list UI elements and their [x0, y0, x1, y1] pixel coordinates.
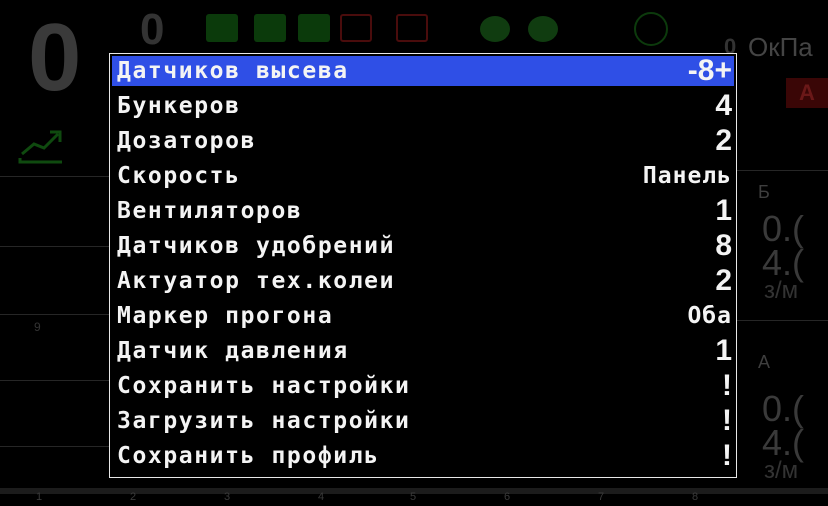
right-panel: Б 0.( 4.( з/м А 0.( 4.( з/м: [736, 170, 828, 490]
menu-item-value: 2: [715, 264, 732, 297]
panel-divider: [736, 320, 828, 321]
grid-label: 9: [34, 320, 41, 334]
section-unit: з/м: [764, 457, 799, 484]
tick-label: 6: [504, 491, 511, 503]
menu-item-value: Панель: [642, 163, 732, 189]
section-label: Б: [758, 182, 770, 202]
tick-label: 2: [130, 491, 137, 503]
tick-label: 8: [692, 491, 699, 503]
clock-icon: [634, 12, 668, 46]
menu-item-label: Актуатор тех.колеи: [117, 268, 396, 294]
tick-label: 4: [318, 491, 325, 503]
menu-item-label: Сохранить настройки: [117, 373, 411, 399]
menu-item-save-settings[interactable]: Сохранить настройки !: [112, 371, 734, 401]
menu-item-fans[interactable]: Вентиляторов 1: [112, 196, 734, 226]
menu-item-value: Оба: [687, 303, 732, 329]
menu-item-label: Маркер прогона: [117, 303, 334, 329]
grid-line: [0, 314, 112, 315]
menu-item-pass-marker[interactable]: Маркер прогона Оба: [112, 301, 734, 331]
menu-item-label: Скорость: [117, 163, 241, 189]
menu-item-value: !: [722, 369, 732, 402]
pressure-readout: ОкПа: [748, 32, 813, 62]
configuration-menu: Датчиков высева -8+ Бункеров 4 Дозаторов…: [109, 53, 737, 478]
status-square-green-icon: [206, 14, 238, 42]
menu-item-value: 2: [715, 124, 732, 157]
secondary-digit: 0: [140, 5, 165, 54]
status-square-green-icon: [254, 14, 286, 42]
grid-line: [0, 176, 112, 177]
tick-label: 1: [36, 491, 43, 503]
menu-item-value: -8+: [687, 54, 732, 87]
status-square-red-icon: [340, 14, 372, 42]
menu-item-meters[interactable]: Дозаторов 2: [112, 126, 734, 156]
section-ticks: 1 2 3 4 5 6 7 8: [0, 488, 828, 506]
menu-item-hoppers[interactable]: Бункеров 4: [112, 91, 734, 121]
tick-label: 5: [410, 491, 417, 503]
menu-item-label: Сохранить профиль: [117, 443, 380, 469]
alert-badge: A: [786, 78, 828, 108]
menu-item-label: Датчиков удобрений: [117, 233, 396, 259]
tick-label: 3: [224, 491, 231, 503]
menu-item-value: !: [722, 439, 732, 472]
menu-item-value: 1: [715, 194, 732, 227]
menu-item-label: Дозаторов: [117, 128, 257, 154]
menu-item-seed-sensors[interactable]: Датчиков высева -8+: [112, 56, 734, 86]
trend-chart-icon: [18, 130, 62, 164]
menu-item-tramline-actuator[interactable]: Актуатор тех.колеи 2: [112, 266, 734, 296]
menu-item-speed[interactable]: Скорость Панель: [112, 161, 734, 191]
fan-icon: [528, 16, 558, 42]
menu-item-pressure-sensor[interactable]: Датчик давления 1: [112, 336, 734, 366]
menu-item-value: 1: [715, 334, 732, 367]
section-label: А: [758, 352, 771, 372]
menu-item-fertilizer-sensors[interactable]: Датчиков удобрений 8: [112, 231, 734, 261]
status-square-red-icon: [396, 14, 428, 42]
menu-item-value: !: [722, 404, 732, 437]
menu-item-label: Датчиков высева: [117, 58, 349, 84]
menu-item-label: Датчик давления: [117, 338, 349, 364]
grid-line: [0, 446, 112, 447]
menu-item-label: Бункеров: [117, 93, 241, 119]
grid-line: [0, 380, 112, 381]
menu-item-save-profile[interactable]: Сохранить профиль !: [112, 441, 734, 471]
menu-item-value: 4: [715, 89, 732, 122]
menu-item-value: 8: [715, 229, 732, 262]
counter-digit: 0: [28, 4, 82, 111]
grid-line: [0, 246, 112, 247]
tick-label: 7: [598, 491, 605, 503]
left-grid: 9: [0, 168, 112, 488]
menu-item-label: Загрузить настройки: [117, 408, 411, 434]
menu-item-load-settings[interactable]: Загрузить настройки !: [112, 406, 734, 436]
section-unit: з/м: [764, 277, 799, 304]
fan-icon: [480, 16, 510, 42]
menu-item-label: Вентиляторов: [117, 198, 303, 224]
panel-divider: [736, 170, 828, 171]
status-square-green-icon: [298, 14, 330, 42]
